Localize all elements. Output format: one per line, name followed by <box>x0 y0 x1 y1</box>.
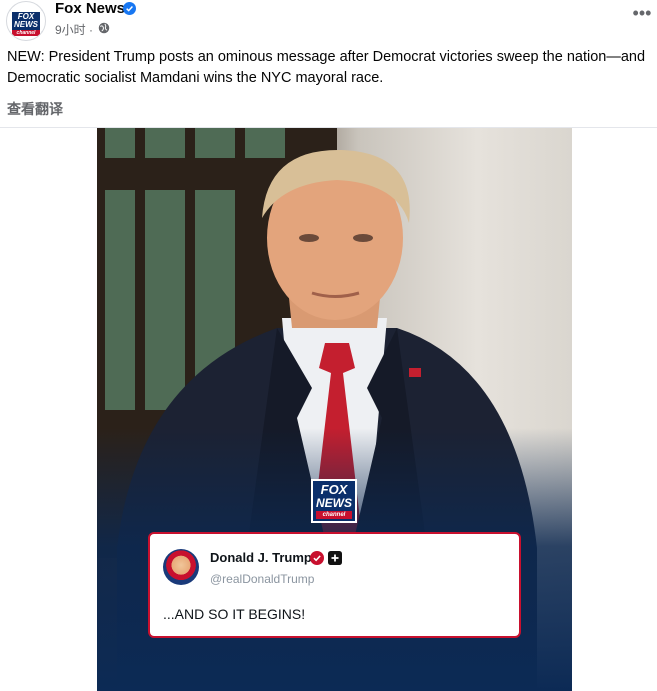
post-time-link[interactable]: 9小时 <box>55 23 86 37</box>
meta-separator: · <box>89 23 94 37</box>
globe-icon <box>98 22 110 34</box>
page-name-link[interactable]: Fox News <box>55 0 125 17</box>
post-image[interactable]: FOX NEWS channel Donald J. Trump @realDo… <box>97 128 572 691</box>
plus-icon <box>328 551 342 565</box>
tweet-verified-icon <box>310 551 324 565</box>
watermark-line1: FOX <box>320 482 348 497</box>
post-message: NEW: President Trump posts an ominous me… <box>7 49 646 86</box>
avatar-logo-line3: channel <box>12 30 40 36</box>
watermark-line3: channel <box>316 511 352 519</box>
page-avatar[interactable]: FOX NEWS channel <box>6 1 46 41</box>
post-meta: 9小时 · <box>55 21 93 38</box>
tweet-avatar <box>163 549 199 585</box>
fox-news-logo-icon: FOX NEWS channel <box>10 10 42 36</box>
verified-badge-icon <box>123 2 136 15</box>
watermark-line2: NEWS <box>316 496 352 510</box>
tweet-body: ...AND SO IT BEGINS! <box>163 606 306 622</box>
tweet-handle: @realDonaldTrump <box>210 572 315 586</box>
avatar-logo-line2: NEWS <box>14 20 38 29</box>
post-header: FOX NEWS channel Fox News 9小时 · ••• <box>0 0 657 44</box>
see-translation-link[interactable]: 查看翻译 <box>7 99 63 119</box>
tweet-author-name: Donald J. Trump <box>210 550 312 565</box>
more-options-button[interactable]: ••• <box>630 4 654 28</box>
tweet-card: Donald J. Trump @realDonaldTrump ...AND … <box>148 532 521 638</box>
fox-news-watermark-icon: FOX NEWS channel <box>311 479 357 523</box>
